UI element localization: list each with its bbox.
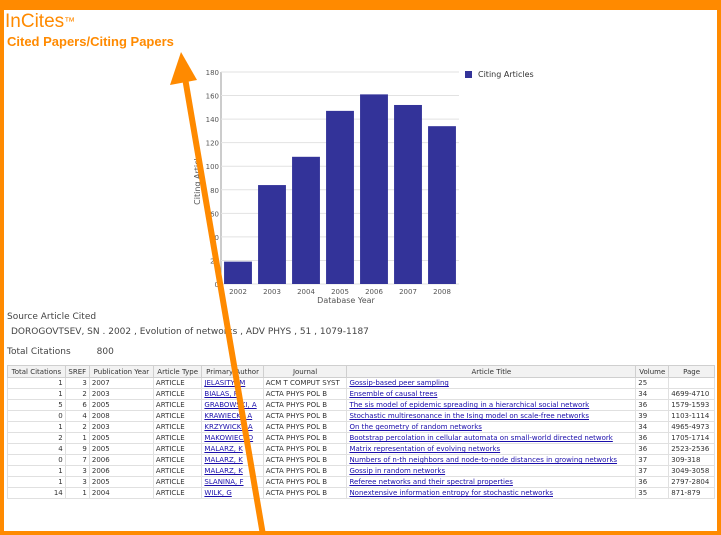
arrow-shaft [181, 71, 266, 535]
annotation-arrow [170, 52, 266, 535]
arrow-head [170, 52, 197, 85]
